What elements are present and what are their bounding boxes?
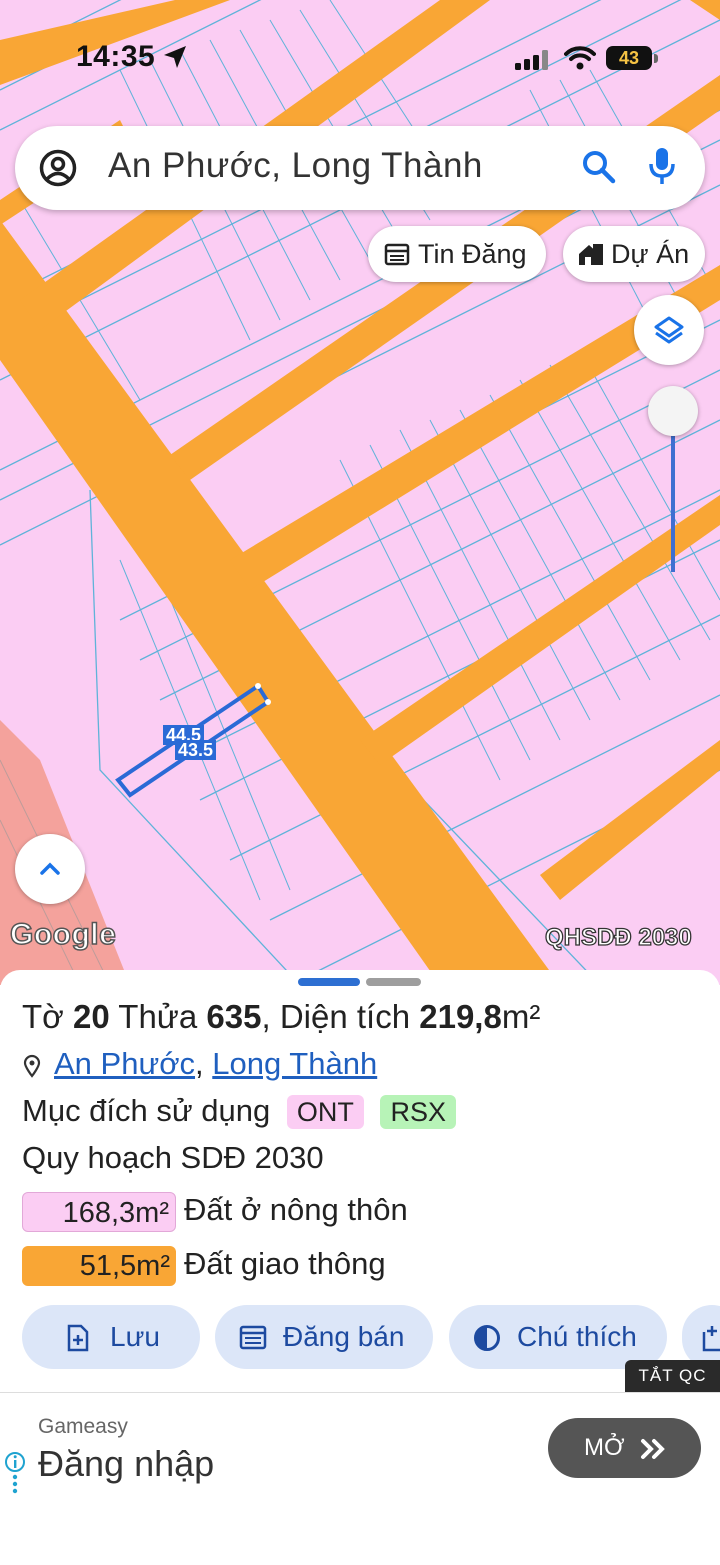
zoom-slider-handle[interactable] (648, 386, 698, 436)
microphone-icon[interactable] (647, 146, 677, 188)
purpose-tag-rsx: RSX (380, 1095, 456, 1129)
tin-dang-chip[interactable]: Tin Đăng (368, 226, 546, 282)
map-view[interactable]: 44.5 43.5 14:35 43 An Phước, Long Thành (0, 0, 720, 985)
listing-icon (239, 1325, 267, 1350)
ad-info-icon[interactable] (4, 1451, 26, 1497)
search-input[interactable]: An Phước, Long Thành (108, 146, 483, 186)
du-an-label: Dự Án (611, 239, 690, 269)
sheet-handle-secondary[interactable] (366, 978, 421, 986)
parcel-info-sheet: Tờ 20 Thửa 635, Diện tích 219,8m² An Phư… (0, 970, 720, 1395)
area-unit: m² (501, 998, 541, 1035)
sheet-handle[interactable] (298, 978, 360, 986)
ad-open-button[interactable]: MỞ (548, 1418, 701, 1478)
thua-value: 635 (206, 998, 262, 1035)
cellular-signal-icon (515, 50, 548, 70)
location-pin-icon (23, 1054, 41, 1078)
to-value: 20 (72, 998, 110, 1035)
location-arrow-icon (164, 46, 186, 68)
bottom-safe-area (0, 1503, 720, 1565)
save-label: Lưu (110, 1321, 160, 1352)
ad-banner[interactable]: Gameasy Đăng nhập MỞ (0, 1392, 720, 1504)
account-icon[interactable] (39, 149, 77, 187)
area-row: 51,5m² Đất giao thông (22, 1246, 386, 1286)
thua-label: Thửa (118, 998, 198, 1035)
expand-up-button[interactable] (15, 834, 85, 904)
purpose-label: Mục đích sử dụng (22, 1093, 271, 1128)
status-bar: 14:35 43 (0, 38, 720, 82)
search-bar[interactable]: An Phước, Long Thành (15, 126, 705, 210)
google-attribution: Google (9, 917, 117, 952)
purpose-tag-ont: ONT (286, 1095, 364, 1129)
layers-button[interactable] (634, 295, 704, 365)
measure-label: 43.5 (175, 740, 217, 760)
area-type-label: Đất ở nông thôn (184, 1192, 408, 1228)
area-type-label: Đất giao thông (184, 1246, 386, 1282)
save-button[interactable]: Lưu (22, 1305, 200, 1369)
legend-label: Chú thích (517, 1321, 637, 1352)
post-label: Đăng bán (283, 1321, 405, 1352)
double-chevron-right-icon (641, 1439, 665, 1459)
ad-headline: Đăng nhập (38, 1443, 215, 1484)
listing-icon (384, 243, 410, 266)
building-icon (579, 244, 603, 265)
zoom-slider-track[interactable] (671, 436, 675, 572)
area-label: Diện tích (279, 998, 411, 1035)
ward-link[interactable]: An Phước (54, 1046, 195, 1081)
tin-dang-label: Tin Đăng (418, 239, 527, 269)
parcel-title: Tờ 20 Thửa 635, Diện tích 219,8m² (22, 998, 541, 1035)
status-time: 14:35 (76, 40, 156, 73)
layers-icon (654, 316, 684, 344)
du-an-chip[interactable]: Dự Án (563, 226, 705, 282)
close-ad-button[interactable]: TẮT QC (625, 1360, 720, 1392)
area-row: 168,3m² Đất ở nông thôn (22, 1192, 408, 1232)
search-icon[interactable] (581, 149, 617, 185)
parcel-address: An Phước, Long Thành (22, 1046, 377, 1082)
contrast-icon (474, 1325, 500, 1351)
area-swatch-rural: 168,3m² (22, 1192, 176, 1232)
ad-brand: Gameasy (38, 1415, 128, 1438)
add-photo-icon (702, 1326, 720, 1352)
add-file-icon (67, 1324, 89, 1352)
to-label: Tờ (22, 998, 64, 1035)
district-link[interactable]: Long Thành (212, 1046, 377, 1081)
plan-label: Quy hoạch SDĐ 2030 (22, 1140, 324, 1175)
land-purpose: Mục đích sử dụng ONT RSX (22, 1093, 456, 1129)
ad-open-label: MỞ (584, 1434, 625, 1461)
chevron-up-icon (40, 862, 60, 875)
battery-tip (654, 54, 658, 63)
map-layer-label: QHSDĐ 2030 (544, 923, 692, 951)
address-separator: , (195, 1046, 204, 1081)
area-value: 219,8 (419, 998, 502, 1035)
area-swatch-road: 51,5m² (22, 1246, 176, 1286)
post-for-sale-button[interactable]: Đăng bán (215, 1305, 433, 1369)
wifi-icon (564, 46, 596, 70)
battery-icon: 43 (606, 46, 652, 70)
